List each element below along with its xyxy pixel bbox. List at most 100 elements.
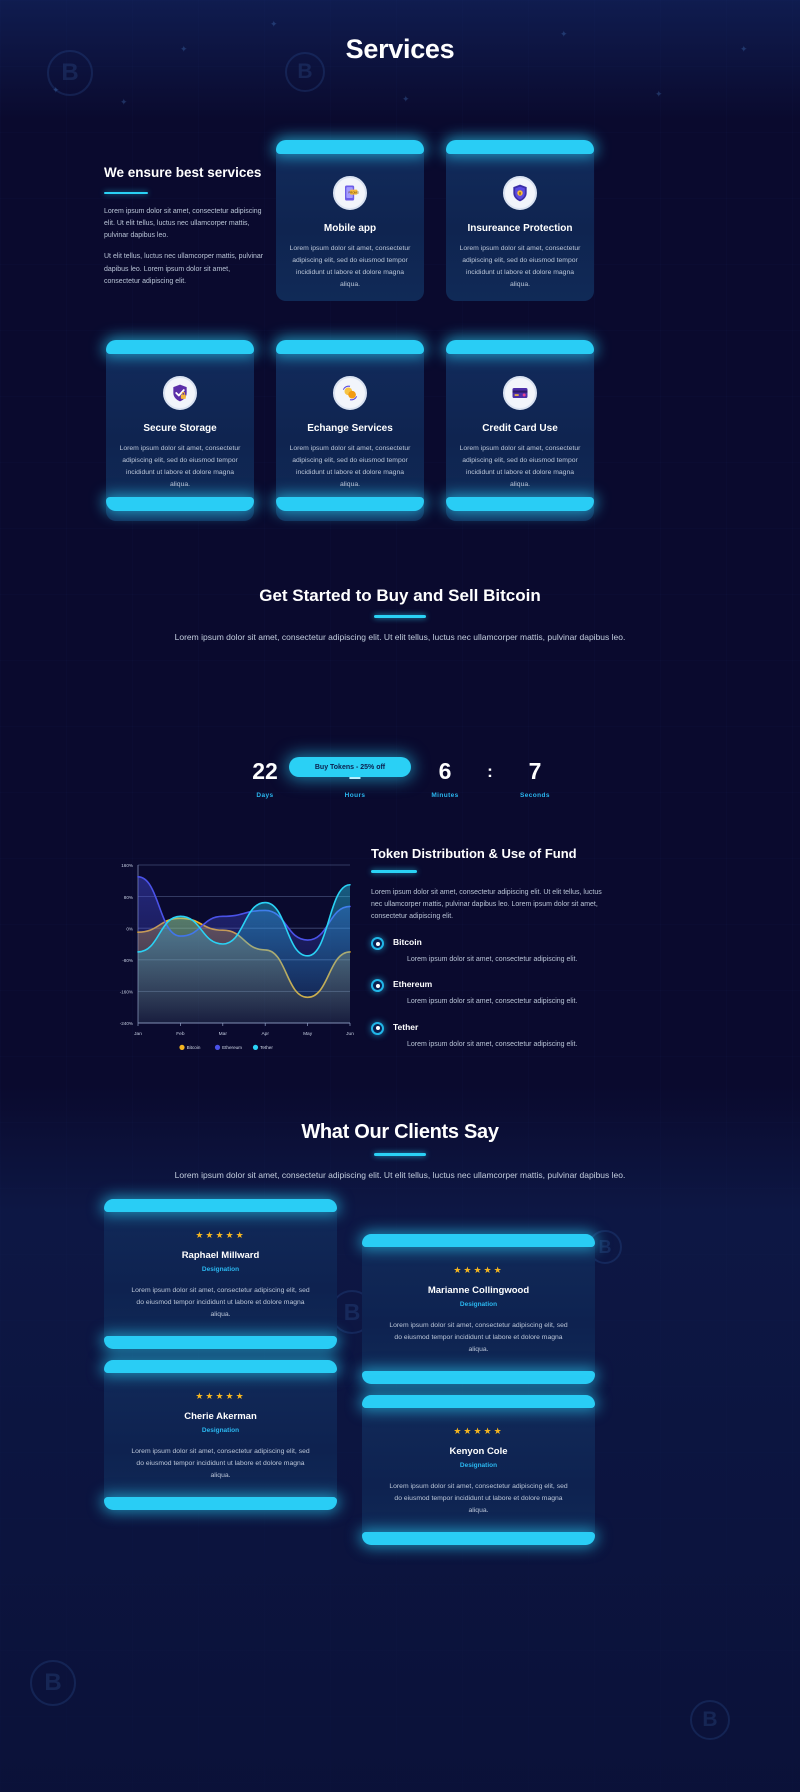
token-item-name: Bitcoin (393, 937, 422, 948)
services-intro: We ensure best services Lorem ipsum dolo… (104, 165, 264, 297)
token-list-item-tether[interactable]: Tether Lorem ipsum dolor sit amet, conse… (371, 1021, 611, 1050)
service-card-credit-card-use[interactable]: Credit Card Use Lorem ipsum dolor sit am… (446, 340, 594, 521)
cta-subtext: Lorem ipsum dolor sit amet, consectetur … (174, 632, 626, 642)
countdown-label: Hours (344, 792, 366, 799)
testimonial-name: Kenyon Cole (449, 1446, 508, 1457)
testimonial-designation: Designation (459, 1301, 498, 1308)
token-distribution-info: Token Distribution & Use of Fund Lorem i… (371, 846, 611, 1050)
sparkle-icon: ✦ (402, 94, 410, 104)
countdown-unit-seconds: 7 Seconds (497, 758, 573, 800)
service-card-insurance-protection[interactable]: Insureance Protection Lorem ipsum dolor … (446, 140, 594, 301)
sparkle-icon: ✦ (120, 97, 128, 107)
service-card-mobile-app[interactable]: PROMO Mobile app Lorem ipsum dolor sit a… (276, 140, 424, 301)
testimonial-text: Lorem ipsum dolor sit amet, consectetur … (389, 1322, 568, 1354)
countdown-label: Minutes (431, 792, 459, 799)
svg-text:Tether: Tether (260, 1045, 273, 1050)
sparkle-icon: ✦ (655, 89, 663, 99)
svg-text:Jan: Jan (134, 1031, 142, 1037)
sparkle-icon: ✦ (270, 19, 278, 29)
service-card-text: Lorem ipsum dolor sit amet, consectetur … (289, 445, 411, 488)
services-intro-paragraph-2: Ut elit tellus, luctus nec ullamcorper m… (104, 253, 264, 285)
service-card-title: Insureance Protection (467, 223, 573, 234)
rating-stars: ★★★★★ (195, 1391, 246, 1401)
card-accent-bar-bottom (276, 496, 424, 511)
token-list-item-ethereum[interactable]: Ethereum Lorem ipsum dolor sit amet, con… (371, 979, 611, 1007)
service-card-title: Secure Storage (143, 423, 217, 434)
service-card-title: Credit Card Use (482, 423, 558, 434)
page-title: Services (345, 34, 455, 64)
token-item-text: Lorem ipsum dolor sit amet, consectetur … (407, 956, 578, 964)
svg-text:-160%: -160% (120, 990, 133, 995)
chart-svg: 160% 80% 0% -80% -160% -240%Jan Feb Mar Apr May Ju… (120, 863, 354, 1050)
credit-card-icon (503, 376, 537, 410)
testimonial-card[interactable]: ★★★★★ Raphael Millward Designation Lorem… (104, 1199, 337, 1349)
testimonial-designation: Designation (459, 1462, 498, 1469)
service-card-title: Mobile app (323, 223, 377, 234)
service-card-secure-storage[interactable]: Secure Storage Lorem ipsum dolor sit ame… (106, 340, 254, 521)
service-card-text: Lorem ipsum dolor sit amet, consectetur … (289, 245, 411, 288)
testimonial-card[interactable]: ★★★★★ Kenyon Cole Designation Lorem ipsu… (362, 1395, 595, 1545)
sparkle-icon: ✦ (52, 85, 60, 95)
card-accent-bar-top (446, 140, 594, 154)
countdown-value: 7 (528, 758, 542, 784)
testimonials-subtext: Lorem ipsum dolor sit amet, consectetur … (174, 1170, 626, 1180)
testimonial-name: Marianne Collingwood (427, 1285, 530, 1296)
service-card-text: Lorem ipsum dolor sit amet, consectetur … (459, 245, 581, 288)
testimonial-text: Lorem ipsum dolor sit amet, consectetur … (389, 1483, 568, 1515)
svg-text:May: May (303, 1031, 313, 1037)
testimonial-card[interactable]: ★★★★★ Cherie Akerman Designation Lorem i… (104, 1360, 337, 1510)
card-accent-bar-top (276, 340, 424, 354)
cta-section: Get Started to Buy and Sell Bitcoin Lore… (0, 586, 800, 645)
services-intro-paragraph-1: Lorem ipsum dolor sit amet, consectetur … (104, 208, 262, 240)
rating-stars: ★★★★★ (453, 1265, 504, 1275)
svg-text:80%: 80% (124, 895, 133, 900)
card-accent-bar-bottom (104, 1496, 337, 1510)
token-section-heading: Token Distribution & Use of Fund (371, 846, 577, 861)
svg-text:Bitcoin: Bitcoin (187, 1045, 201, 1050)
card-accent-bar-bottom (362, 1370, 595, 1384)
buy-tokens-button[interactable]: Buy Tokens - 25% off (289, 757, 411, 777)
service-card-text: Lorem ipsum dolor sit amet, consectetur … (459, 445, 581, 488)
countdown-value: 6 (438, 758, 452, 784)
token-item-text: Lorem ipsum dolor sit amet, consectetur … (407, 1040, 578, 1048)
testimonial-name: Cherie Akerman (184, 1411, 257, 1422)
testimonial-designation: Designation (201, 1266, 240, 1273)
svg-text:160%: 160% (121, 863, 133, 868)
svg-text:-240%: -240% (120, 1021, 133, 1026)
svg-text:Jun: Jun (346, 1031, 354, 1037)
service-card-exchange-services[interactable]: Echange Services Lorem ipsum dolor sit a… (276, 340, 424, 521)
accent-underline (374, 1153, 426, 1156)
exchange-coins-icon (333, 376, 367, 410)
accent-underline (104, 191, 148, 195)
page-root: B B B B B B ✦ ✦ ✦ ✦ ✦ ✦ ✦ ✦ Services We … (0, 0, 800, 1792)
card-accent-bar-top (104, 1360, 337, 1373)
token-list-item-bitcoin[interactable]: Bitcoin Lorem ipsum dolor sit amet, cons… (371, 937, 611, 965)
svg-text:Feb: Feb (176, 1031, 185, 1037)
card-accent-bar-top (362, 1234, 595, 1247)
testimonials-header: What Our Clients Say Lorem ipsum dolor s… (0, 1121, 800, 1183)
bitcoin-ghost-icon: B (30, 1660, 76, 1706)
card-accent-bar-top (446, 340, 594, 354)
svg-text:PROMO: PROMO (348, 190, 359, 194)
testimonial-name: Raphael Millward (181, 1250, 260, 1261)
mobile-app-icon: PROMO (333, 176, 367, 210)
token-section-description: Lorem ipsum dolor sit amet, consectetur … (371, 888, 602, 921)
rating-stars: ★★★★★ (453, 1426, 504, 1436)
countdown-label: Days (256, 792, 274, 799)
services-intro-heading: We ensure best services (104, 165, 262, 180)
testimonial-card[interactable]: ★★★★★ Marianne Collingwood Designation L… (362, 1234, 595, 1384)
countdown-unit-minutes: 6 Minutes (407, 758, 483, 800)
svg-text:0%: 0% (126, 926, 133, 931)
countdown-separator: : (487, 762, 493, 781)
bitcoin-ghost-icon: B (690, 1700, 730, 1740)
svg-text:Apr: Apr (261, 1031, 269, 1037)
radio-dot-icon (371, 1021, 384, 1035)
shield-lock-icon (503, 176, 537, 210)
card-accent-bar-bottom (106, 496, 254, 511)
token-distribution-chart: 160% 80% 0% -80% -160% -240% Jan Feb Mar Apr May Ju… (104, 855, 354, 1055)
service-card-title: Echange Services (307, 423, 393, 434)
svg-text:Ethereum: Ethereum (222, 1045, 242, 1050)
testimonial-text: Lorem ipsum dolor sit amet, consectetur … (131, 1287, 310, 1319)
testimonial-designation: Designation (201, 1427, 240, 1434)
countdown-label: Seconds (520, 792, 550, 799)
